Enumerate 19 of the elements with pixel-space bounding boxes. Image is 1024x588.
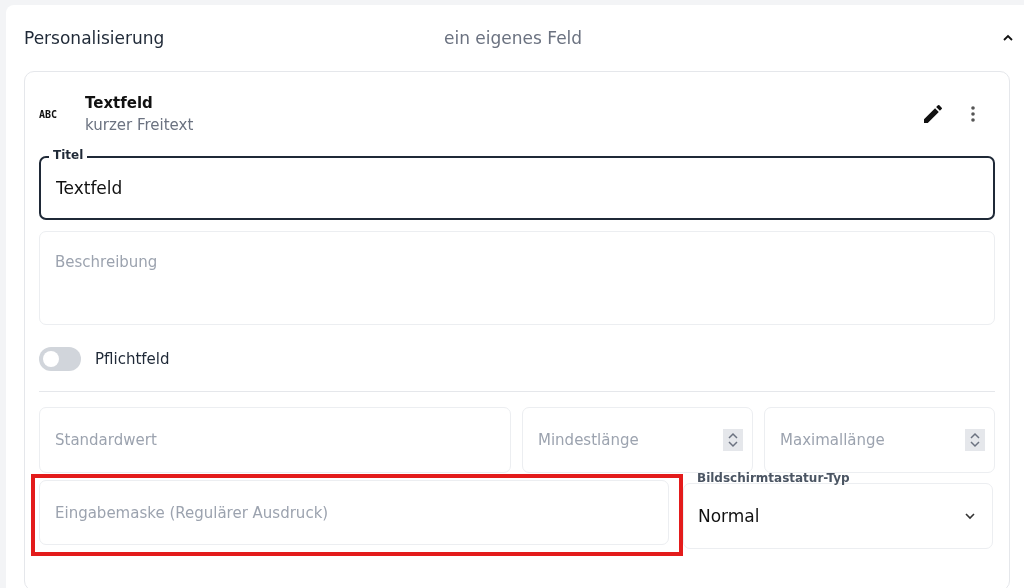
section-subtitle: ein eigenes Feld — [444, 28, 583, 48]
field-type-icon: ABC — [39, 108, 85, 120]
toggle-label: Pflichtfeld — [95, 350, 170, 368]
description-field[interactable]: Beschreibung — [39, 231, 995, 325]
field-description: kurzer Freitext — [85, 116, 195, 134]
dropdown-icon[interactable] — [964, 512, 976, 520]
default-value-field[interactable]: Standardwert — [39, 407, 511, 473]
collapse-icon[interactable] — [1002, 34, 1014, 42]
more-icon[interactable] — [971, 106, 975, 122]
number-field[interactable]: Mindestlänge — [522, 407, 753, 473]
edit-icon[interactable] — [921, 102, 945, 126]
spinner-icon[interactable] — [723, 429, 743, 451]
select-label: Bildschirmtastatur-Typ — [697, 471, 850, 485]
field-name: Textfeld — [85, 94, 154, 112]
number-field[interactable]: Maximallänge — [764, 407, 995, 473]
section-title: Personalisierung — [24, 28, 166, 48]
spinner-icon[interactable] — [965, 429, 985, 451]
required-toggle[interactable] — [39, 347, 81, 371]
regex-mask-field[interactable]: Eingabemaske (Regulärer Ausdruck) — [39, 480, 669, 545]
